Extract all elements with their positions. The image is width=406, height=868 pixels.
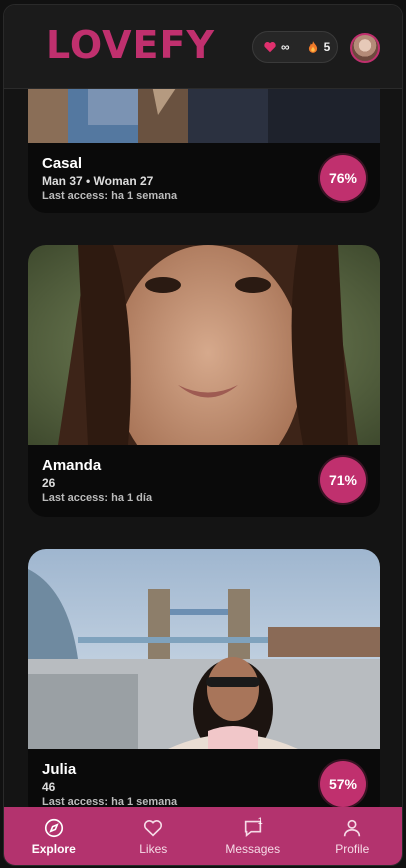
last-access: Last access: ha 1 día	[42, 492, 153, 504]
likes-counter-value: ∞	[281, 40, 290, 54]
profile-name: Julia	[42, 761, 77, 778]
match-badge: 76%	[320, 155, 366, 201]
user-avatar[interactable]	[350, 33, 380, 63]
profile-feed[interactable]: Casal Man 37 • Woman 27 Last access: ha …	[4, 5, 402, 865]
counters-pill[interactable]: ∞ 5	[252, 31, 338, 63]
profile-details: 46	[42, 780, 56, 794]
app-frame: Casal Man 37 • Woman 27 Last access: ha …	[3, 4, 403, 866]
flame-icon	[308, 41, 317, 53]
app-header: LOVEFY ∞ 5	[4, 5, 402, 89]
person-icon	[344, 819, 361, 836]
compass-icon	[44, 818, 63, 837]
profile-card-julia[interactable]: Julia 46 Last access: ha 1 semana 57%	[28, 549, 380, 821]
boosts-counter[interactable]: 5	[306, 40, 331, 54]
nav-messages[interactable]: 1 Messages	[203, 807, 303, 865]
profile-info: Casal Man 37 • Woman 27 Last access: ha …	[28, 143, 380, 213]
nav-profile-label: Profile	[335, 841, 370, 856]
profile-photo[interactable]	[28, 245, 380, 445]
profile-name: Amanda	[42, 457, 102, 474]
app-logo[interactable]: LOVEFY	[46, 23, 215, 67]
match-badge: 57%	[320, 761, 366, 807]
heart-icon	[264, 42, 276, 53]
boosts-counter-value: 5	[323, 40, 331, 54]
nav-likes-label: Likes	[139, 841, 168, 856]
heart-outline-icon	[144, 819, 163, 836]
last-access: Last access: ha 1 semana	[42, 190, 178, 202]
nav-messages-label: Messages	[225, 841, 281, 856]
match-badge: 71%	[320, 457, 366, 503]
profile-photo[interactable]	[28, 549, 380, 749]
profile-card-amanda[interactable]: Amanda 26 Last access: ha 1 día 71%	[28, 245, 380, 517]
messages-badge: 1	[257, 816, 263, 826]
nav-explore[interactable]: Explore	[4, 807, 104, 865]
profile-details: Man 37 • Woman 27	[42, 174, 154, 188]
profile-info: Amanda 26 Last access: ha 1 día 71%	[28, 445, 380, 515]
likes-counter[interactable]: ∞	[263, 40, 290, 54]
nav-explore-label: Explore	[31, 841, 76, 856]
profile-name: Casal	[42, 155, 83, 172]
nav-likes[interactable]: Likes	[104, 807, 204, 865]
bottom-nav: Explore Likes 1 Messages Profile	[4, 807, 402, 865]
nav-profile[interactable]: Profile	[303, 807, 403, 865]
profile-details: 26	[42, 476, 56, 490]
